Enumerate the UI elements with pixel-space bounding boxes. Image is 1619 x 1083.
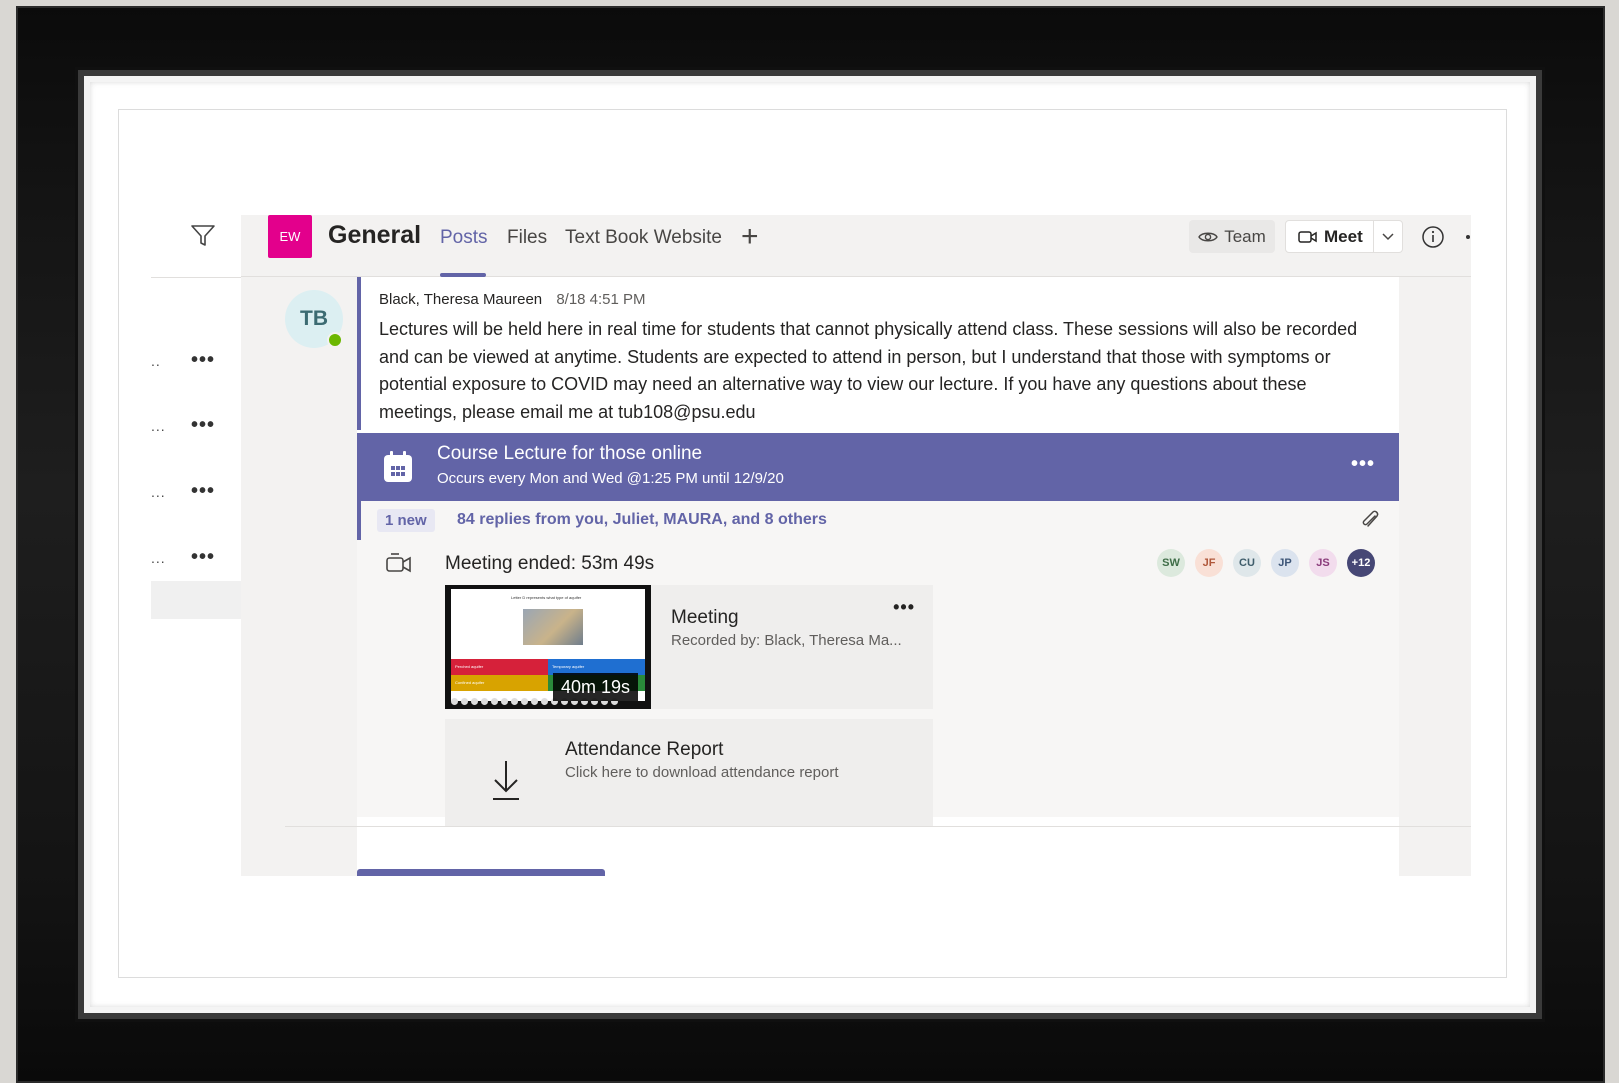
recording-duration: 40m 19s [553,673,639,701]
recording-card[interactable]: Letter D represents what type of aquifer… [445,585,933,709]
team-button[interactable]: Team [1189,220,1275,253]
meeting-camera-icon [386,553,411,573]
list-item[interactable]: .. ••• [151,349,241,379]
info-icon[interactable] [1421,225,1445,249]
more-actions-icon[interactable] [1466,235,1470,239]
participant-avatars: SW JF CU JP JS +12 [1157,549,1375,577]
slide-title: Letter D represents what type of aquifer [511,595,582,600]
participant-avatar[interactable]: JF [1195,549,1223,577]
add-tab-icon[interactable]: + [741,220,759,254]
recording-thumbnail[interactable]: Letter D represents what type of aquifer… [445,585,651,709]
truncated-label: ... [151,418,166,434]
attendance-report-title[interactable]: Attendance Report [565,739,723,761]
post-timestamp: 8/18 4:51 PM [556,291,646,308]
slide-image [523,609,583,645]
team-button-label: Team [1224,226,1266,246]
more-options-icon[interactable]: ••• [191,414,215,437]
post-meta: Black, Theresa Maureen 8/18 4:51 PM [379,291,646,308]
meet-dropdown[interactable] [1374,232,1402,241]
post-author[interactable]: Black, Theresa Maureen [379,291,542,308]
more-options-icon[interactable]: ••• [1351,453,1375,476]
truncated-label: ... [151,550,166,566]
video-camera-icon [1298,230,1317,243]
more-options-icon[interactable]: ••• [191,546,215,569]
meeting-status: Meeting ended: 53m 49s [445,553,655,574]
download-icon [493,761,519,800]
more-options-icon[interactable]: ••• [191,480,215,503]
eye-icon [1198,232,1219,241]
answer-option: Perched aquifer [451,659,548,675]
selected-list-item[interactable] [151,581,241,619]
attendance-report-description: Click here to download attendance report [565,764,839,781]
reply-accent-bar [357,501,361,540]
answer-option: Confined aquifer [451,675,548,691]
channel-main: EW General Posts Files Text Book Website… [241,215,1471,876]
meeting-series-schedule: Occurs every Mon and Wed @1:25 PM until … [437,470,784,487]
list-item[interactable]: ... ••• [151,414,241,444]
channel-title: General [328,221,422,249]
more-options-icon[interactable]: ••• [893,597,915,618]
tab-files[interactable]: Files [507,227,547,249]
meeting-series-card[interactable]: Course Lecture for those online Occurs e… [357,433,1399,501]
list-item[interactable]: ... ••• [151,480,241,510]
calendar-icon [384,451,412,482]
chevron-down-icon [1382,232,1394,240]
thread-divider [285,826,1471,827]
meet-button[interactable]: Meet [1285,220,1403,253]
channel-header: EW General Posts Files Text Book Website… [241,215,1471,277]
meet-button-label: Meet [1324,226,1363,246]
recording-owner: Recorded by: Black, Theresa Ma... [671,632,902,649]
filter-icon[interactable] [190,224,216,248]
truncated-label: ... [151,484,166,500]
participant-avatar[interactable]: SW [1157,549,1185,577]
presence-available-icon [327,332,343,348]
tab-text-book-website[interactable]: Text Book Website [565,227,722,249]
truncated-label: .. [151,353,161,369]
more-options-icon[interactable]: ••• [191,349,215,372]
left-divider [151,277,241,278]
team-avatar[interactable]: EW [268,215,312,258]
participant-avatar[interactable]: JP [1271,549,1299,577]
meeting-series-title[interactable]: Course Lecture for those online [437,443,702,465]
paperclip-icon[interactable] [1359,508,1381,532]
post-accent-bar [357,277,361,430]
participant-avatar[interactable]: JS [1309,549,1337,577]
more-participants-badge[interactable]: +12 [1347,549,1375,577]
recording-title[interactable]: Meeting [671,607,739,629]
expand-replies-link[interactable]: 84 replies from you, Juliet, MAURA, and … [457,511,827,529]
participant-avatar[interactable]: CU [1233,549,1261,577]
attendance-report-card[interactable]: Attendance Report Click here to download… [445,719,933,827]
list-item[interactable]: ... ••• [151,546,241,576]
post-body: Lectures will be held here in real time … [379,319,1358,422]
new-replies-badge[interactable]: 1 new [377,509,435,532]
tab-posts[interactable]: Posts [440,227,488,249]
new-conversation-button[interactable] [357,869,605,876]
